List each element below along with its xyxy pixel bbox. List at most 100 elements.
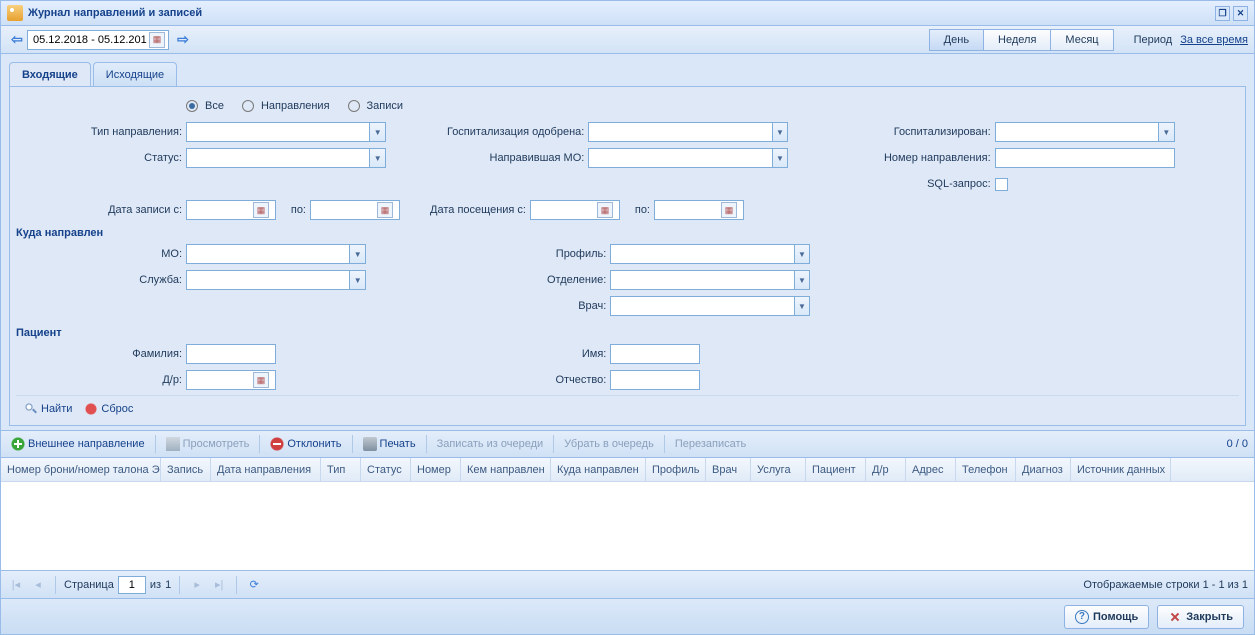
direction-number-input[interactable] (995, 148, 1175, 168)
external-direction-button[interactable]: Внешнее направление (7, 435, 149, 453)
doctor-combo[interactable]: ▼ (610, 296, 810, 316)
column-header[interactable]: Запись (161, 458, 211, 481)
sql-query-checkbox[interactable] (995, 178, 1008, 191)
dequeue-button[interactable]: Убрать в очередь (560, 436, 658, 452)
column-header[interactable]: Услуга (751, 458, 806, 481)
direction-type-combo[interactable]: ▼ (186, 122, 386, 142)
paging-display: Отображаемые строки 1 - 1 из 1 (1083, 579, 1248, 591)
chevron-down-icon[interactable]: ▼ (772, 149, 788, 167)
next-page-button[interactable]: ▸ (188, 576, 206, 594)
calendar-icon[interactable]: ▦ (253, 202, 269, 218)
grid-toolbar: Внешнее направление Просмотреть Отклонит… (1, 430, 1254, 458)
column-header[interactable]: Пациент (806, 458, 866, 481)
grid-header: Номер брони/номер талона ЭОЗаписьДата на… (1, 458, 1254, 482)
chevron-down-icon[interactable]: ▼ (794, 245, 810, 263)
hospitalized-combo[interactable]: ▼ (995, 122, 1175, 142)
status-combo[interactable]: ▼ (186, 148, 386, 168)
period-label: Период (1134, 34, 1173, 46)
visit-date-to[interactable]: ▦ (654, 200, 744, 220)
first-page-button[interactable]: |◂ (7, 576, 25, 594)
window-title: Журнал направлений и записей (28, 7, 202, 19)
chevron-down-icon[interactable]: ▼ (794, 297, 810, 315)
help-button[interactable]: ?Помощь (1064, 605, 1149, 629)
radio-directions[interactable] (242, 100, 254, 112)
last-page-button[interactable]: ▸| (210, 576, 228, 594)
column-header[interactable]: Дата направления (211, 458, 321, 481)
column-header[interactable]: Диагноз (1016, 458, 1071, 481)
calendar-icon[interactable]: ▦ (597, 202, 613, 218)
record-date-to[interactable]: ▦ (310, 200, 400, 220)
column-header[interactable]: Статус (361, 458, 411, 481)
close-window-button[interactable]: ✕ (1233, 6, 1248, 21)
page-input[interactable] (118, 576, 146, 594)
column-header[interactable]: Источник данных (1071, 458, 1171, 481)
column-header[interactable]: Адрес (906, 458, 956, 481)
chevron-down-icon[interactable]: ▼ (772, 123, 788, 141)
section-patient-label: Пациент (16, 327, 1239, 339)
column-header[interactable]: Кем направлен (461, 458, 551, 481)
department-combo[interactable]: ▼ (610, 270, 810, 290)
service-combo[interactable]: ▼ (186, 270, 366, 290)
calendar-icon[interactable]: ▦ (721, 202, 737, 218)
reset-button[interactable]: Сброс (80, 400, 137, 418)
paging-toolbar: |◂ ◂ Страница из 1 ▸ ▸| ⟳ Отображаемые с… (1, 570, 1254, 598)
date-range-input[interactable] (31, 33, 149, 47)
reset-icon (84, 402, 98, 416)
find-button[interactable]: Найти (20, 400, 76, 418)
print-button[interactable]: Печать (359, 435, 420, 453)
column-header[interactable]: Номер (411, 458, 461, 481)
column-header[interactable]: Тип (321, 458, 361, 481)
chevron-down-icon[interactable]: ▼ (1158, 123, 1174, 141)
radio-records[interactable] (348, 100, 360, 112)
prev-period-button[interactable]: ⇦ (7, 30, 27, 50)
restore-button[interactable]: ❐ (1215, 6, 1230, 21)
reject-button[interactable]: Отклонить (266, 435, 345, 453)
column-header[interactable]: Телефон (956, 458, 1016, 481)
surname-input[interactable] (186, 344, 276, 364)
reassign-button[interactable]: Перезаписать (671, 436, 750, 452)
tab-incoming[interactable]: Входящие (9, 62, 91, 86)
calendar-icon[interactable]: ▦ (377, 202, 393, 218)
profile-combo[interactable]: ▼ (610, 244, 810, 264)
prev-page-button[interactable]: ◂ (29, 576, 47, 594)
column-header[interactable]: Куда направлен (551, 458, 646, 481)
segment-month[interactable]: Месяц (1050, 30, 1112, 50)
close-button[interactable]: Закрыть (1157, 605, 1244, 629)
hosp-approved-combo[interactable]: ▼ (588, 122, 788, 142)
visit-date-from[interactable]: ▦ (530, 200, 620, 220)
column-header[interactable]: Профиль (646, 458, 706, 481)
app-icon (7, 5, 23, 21)
birthdate-input[interactable]: ▦ (186, 370, 276, 390)
date-range-field[interactable]: ▦ (27, 30, 169, 50)
calendar-icon[interactable]: ▦ (253, 372, 269, 388)
tab-outgoing[interactable]: Исходящие (93, 62, 177, 86)
segment-week[interactable]: Неделя (983, 30, 1050, 50)
record-date-from[interactable]: ▦ (186, 200, 276, 220)
mo-combo[interactable]: ▼ (186, 244, 366, 264)
next-period-button[interactable]: ⇨ (173, 30, 193, 50)
referring-mo-combo[interactable]: ▼ (588, 148, 788, 168)
refresh-button[interactable]: ⟳ (245, 576, 263, 594)
chevron-down-icon[interactable]: ▼ (369, 149, 385, 167)
all-time-link[interactable]: За все время (1180, 34, 1248, 46)
column-header[interactable]: Врач (706, 458, 751, 481)
help-icon: ? (1075, 610, 1089, 624)
segment-day[interactable]: День (930, 30, 983, 50)
chevron-down-icon[interactable]: ▼ (794, 271, 810, 289)
chevron-down-icon[interactable]: ▼ (349, 271, 365, 289)
radio-all[interactable] (186, 100, 198, 112)
column-header[interactable]: Номер брони/номер талона ЭО (1, 458, 161, 481)
record-counter: 0 / 0 (1227, 438, 1248, 450)
name-input[interactable] (610, 344, 700, 364)
type-radio-group: Все Направления Записи (186, 100, 417, 112)
chevron-down-icon[interactable]: ▼ (369, 123, 385, 141)
patronymic-input[interactable] (610, 370, 700, 390)
main-window: Журнал направлений и записей ❐ ✕ ⇦ ▦ ⇨ Д… (0, 0, 1255, 635)
plus-icon (11, 437, 25, 451)
enqueue-button[interactable]: Записать из очереди (433, 436, 548, 452)
view-button[interactable]: Просмотреть (162, 435, 254, 453)
chevron-down-icon[interactable]: ▼ (349, 245, 365, 263)
calendar-icon[interactable]: ▦ (149, 32, 165, 48)
view-icon (166, 437, 180, 451)
column-header[interactable]: Д/р (866, 458, 906, 481)
